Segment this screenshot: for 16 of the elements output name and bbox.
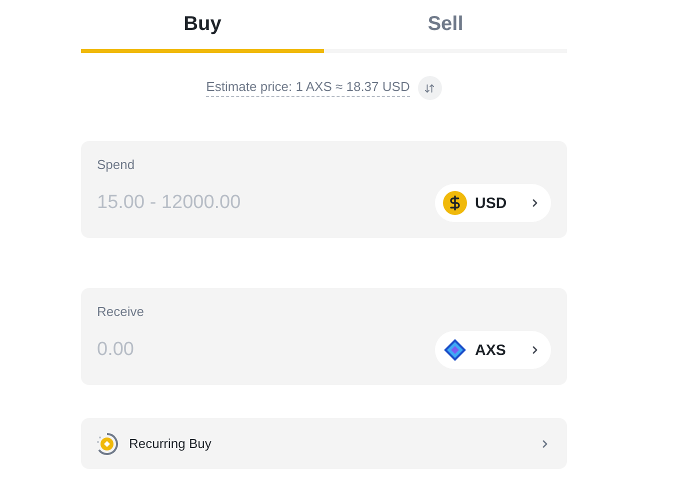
dollar-coin-icon xyxy=(443,191,467,215)
recurring-icon xyxy=(95,432,119,456)
swap-button[interactable] xyxy=(418,76,442,100)
amount-input[interactable]: 0.00 xyxy=(97,339,337,361)
diamond-icon xyxy=(443,338,467,362)
swap-arrows-icon xyxy=(424,82,436,94)
amount-input[interactable]: 15.00 - 12000.00 xyxy=(97,192,337,214)
tab[interactable]: Buy xyxy=(81,0,324,53)
asset-selector[interactable]: USD xyxy=(435,184,551,222)
tab[interactable]: Sell xyxy=(324,0,567,53)
recurring-buy-label: Recurring Buy xyxy=(129,436,212,451)
estimate-price-text: Estimate price: 1 AXS ≈ 18.37 USD xyxy=(206,79,410,97)
recurring-buy-row[interactable]: Recurring Buy xyxy=(81,418,567,469)
field-label: Receive xyxy=(97,304,145,319)
field-label: Spend xyxy=(97,157,136,172)
asset-selector[interactable]: AXS xyxy=(435,331,551,369)
